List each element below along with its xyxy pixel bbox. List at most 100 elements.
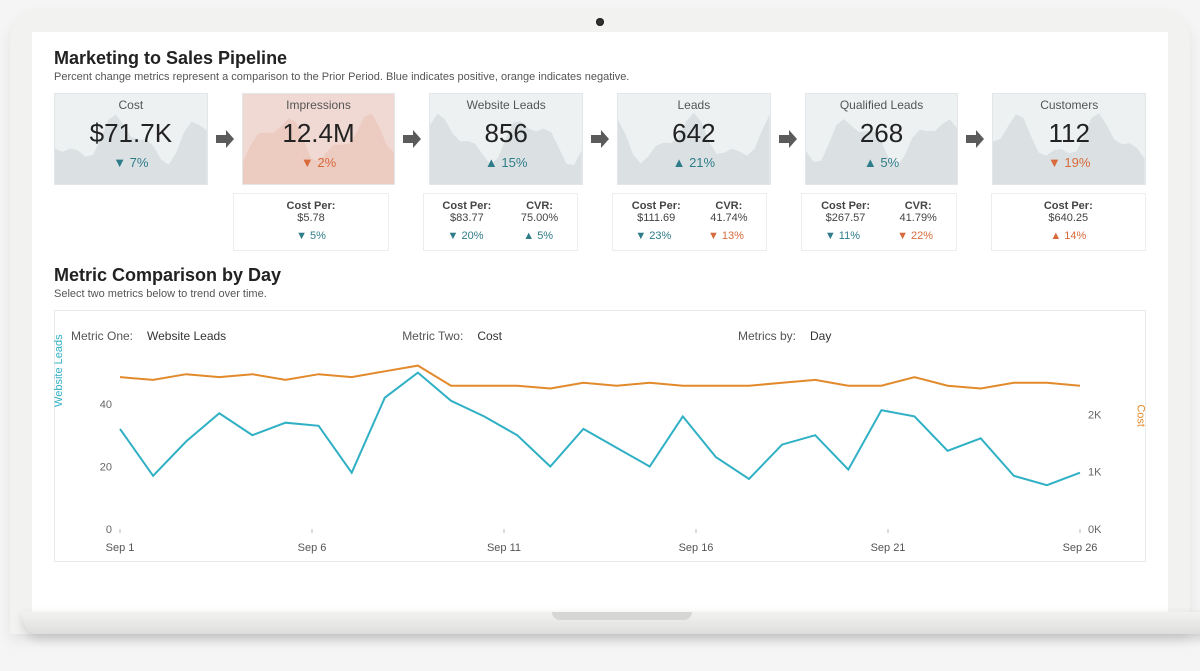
stage-value: 856 xyxy=(430,118,582,149)
cost-per-label: Cost Per: xyxy=(821,200,870,212)
cost-per-label: Cost Per: xyxy=(442,200,491,212)
spacer xyxy=(203,193,229,251)
funnel-arrow-icon xyxy=(212,93,238,185)
stage-delta: ▼ 19% xyxy=(993,155,1145,170)
funnel-details-row: Cost Per:$5.78▼ 5%Cost Per:$83.77CVR:75.… xyxy=(54,193,1146,251)
stage-detail: Cost Per:$267.57 CVR:41.79% ▼ 11% ▼ 22% xyxy=(801,193,956,251)
stage-detail: Cost Per:$5.78 ▼ 5% xyxy=(233,193,388,251)
cost-per-delta: ▼ 20% xyxy=(448,230,484,242)
funnel-row: Cost $71.7K ▼ 7% Impressions 12.4M ▼ 2% Websit… xyxy=(54,93,1146,185)
cvr-value: 41.79% xyxy=(900,212,937,224)
metric-two-label: Metric Two: xyxy=(402,329,463,343)
cost-per-delta: ▼ 5% xyxy=(296,230,326,242)
cost-per-delta: ▼ 11% xyxy=(825,230,860,242)
cost-per-delta: ▲ 14% xyxy=(1050,230,1086,242)
y-left-tick: 40 xyxy=(100,399,112,411)
laptop-base xyxy=(22,612,1200,634)
cost-per-value: $83.77 xyxy=(450,212,484,224)
x-tick: Sep 21 xyxy=(871,542,906,554)
x-tick: Sep 26 xyxy=(1063,542,1098,554)
stage-label: Website Leads xyxy=(430,98,582,112)
camera-dot xyxy=(596,18,604,26)
comparison-chart: Metric One: Website Leads Metric Two: Co… xyxy=(54,310,1146,562)
funnel-stage[interactable]: Cost $71.7K ▼ 7% xyxy=(54,93,208,185)
metrics-by-label: Metrics by: xyxy=(738,329,796,343)
stage-delta: ▲ 15% xyxy=(430,155,582,170)
stage-value: 642 xyxy=(618,118,770,149)
cvr-value: 41.74% xyxy=(710,212,747,224)
cvr-value: 75.00% xyxy=(521,212,558,224)
cost-per-label: Cost Per: xyxy=(632,200,681,212)
series-line xyxy=(120,373,1080,486)
x-tick: Sep 1 xyxy=(106,542,135,554)
left-axis-title: Website Leads xyxy=(53,334,65,407)
funnel-arrow-icon xyxy=(587,93,613,185)
page-subtitle: Percent change metrics represent a compa… xyxy=(54,71,1146,83)
cost-per-value: $111.69 xyxy=(637,212,675,224)
spacer xyxy=(582,193,608,251)
cvr-delta: ▼ 13% xyxy=(708,230,744,242)
funnel-arrow-icon xyxy=(775,93,801,185)
funnel-stage[interactable]: Website Leads 856 ▲ 15% xyxy=(429,93,583,185)
cost-per-value: $5.78 xyxy=(297,212,325,224)
cvr-delta: ▼ 22% xyxy=(897,230,933,242)
metric-one-label: Metric One: xyxy=(71,329,133,343)
stage-delta: ▼ 2% xyxy=(243,155,395,170)
cost-per-value: $267.57 xyxy=(826,212,866,224)
comparison-title: Metric Comparison by Day xyxy=(54,265,1146,286)
spacer xyxy=(771,193,797,251)
x-tick: Sep 6 xyxy=(298,542,327,554)
page-title: Marketing to Sales Pipeline xyxy=(54,48,1146,69)
y-right-tick: 0K xyxy=(1088,524,1102,536)
cost-per-value: $640.25 xyxy=(1048,212,1088,224)
y-right-tick: 1K xyxy=(1088,467,1102,479)
cvr-label: CVR: xyxy=(710,200,747,212)
funnel-arrow-icon xyxy=(962,93,988,185)
right-axis-title: Cost xyxy=(1135,404,1147,427)
x-tick: Sep 16 xyxy=(679,542,714,554)
cvr-delta: ▲ 5% xyxy=(523,230,553,242)
stage-value: $71.7K xyxy=(55,118,207,149)
stage-value: 12.4M xyxy=(243,118,395,149)
laptop-frame: Marketing to Sales Pipeline Percent chan… xyxy=(10,10,1190,634)
cost-per-label: Cost Per: xyxy=(1044,200,1093,212)
funnel-arrow-icon xyxy=(399,93,425,185)
metrics-by-select[interactable]: Day xyxy=(810,329,831,343)
stage-label: Impressions xyxy=(243,98,395,112)
comparison-subtitle: Select two metrics below to trend over t… xyxy=(54,288,1146,300)
stage-value: 112 xyxy=(993,118,1145,149)
spacer xyxy=(393,193,419,251)
stage-label: Qualified Leads xyxy=(806,98,958,112)
metric-two-select[interactable]: Cost xyxy=(477,329,502,343)
stage-detail: Cost Per:$111.69 CVR:41.74% ▼ 23% ▼ 13% xyxy=(612,193,767,251)
cost-per-label: Cost Per: xyxy=(287,200,336,212)
cvr-label: CVR: xyxy=(521,200,558,212)
y-left-tick: 0 xyxy=(106,524,112,536)
stage-detail: Cost Per:$83.77 CVR:75.00% ▼ 20% ▲ 5% xyxy=(423,193,578,251)
metric-one-select[interactable]: Website Leads xyxy=(147,329,226,343)
stage-label: Leads xyxy=(618,98,770,112)
funnel-stage[interactable]: Impressions 12.4M ▼ 2% xyxy=(242,93,396,185)
funnel-stage[interactable]: Qualified Leads 268 ▲ 5% xyxy=(805,93,959,185)
stage-delta: ▲ 5% xyxy=(806,155,958,170)
stage-delta: ▼ 7% xyxy=(55,155,207,170)
cost-per-delta: ▼ 23% xyxy=(635,230,671,242)
stage-label: Cost xyxy=(55,98,207,112)
dashboard-screen: Marketing to Sales Pipeline Percent chan… xyxy=(32,32,1168,612)
funnel-stage[interactable]: Leads 642 ▲ 21% xyxy=(617,93,771,185)
funnel-stage[interactable]: Customers 112 ▼ 19% xyxy=(992,93,1146,185)
stage-delta: ▲ 21% xyxy=(618,155,770,170)
stage-detail: Cost Per:$640.25 ▲ 14% xyxy=(991,193,1146,251)
y-left-tick: 20 xyxy=(100,461,112,473)
spacer xyxy=(961,193,987,251)
stage-label: Customers xyxy=(993,98,1145,112)
spacer xyxy=(54,193,199,251)
series-line xyxy=(120,366,1080,389)
stage-value: 268 xyxy=(806,118,958,149)
cvr-label: CVR: xyxy=(900,200,937,212)
line-chart-svg: 0 20 40 0K 1K 2K Sep 1 Sep 6 Sep 11 Sep 16 Sep 21 S… xyxy=(67,347,1133,557)
comparison-section: Metric Comparison by Day Select two metr… xyxy=(54,265,1146,562)
chart-controls: Metric One: Website Leads Metric Two: Co… xyxy=(71,329,1129,343)
y-right-tick: 2K xyxy=(1088,409,1102,421)
x-tick: Sep 11 xyxy=(487,542,521,554)
